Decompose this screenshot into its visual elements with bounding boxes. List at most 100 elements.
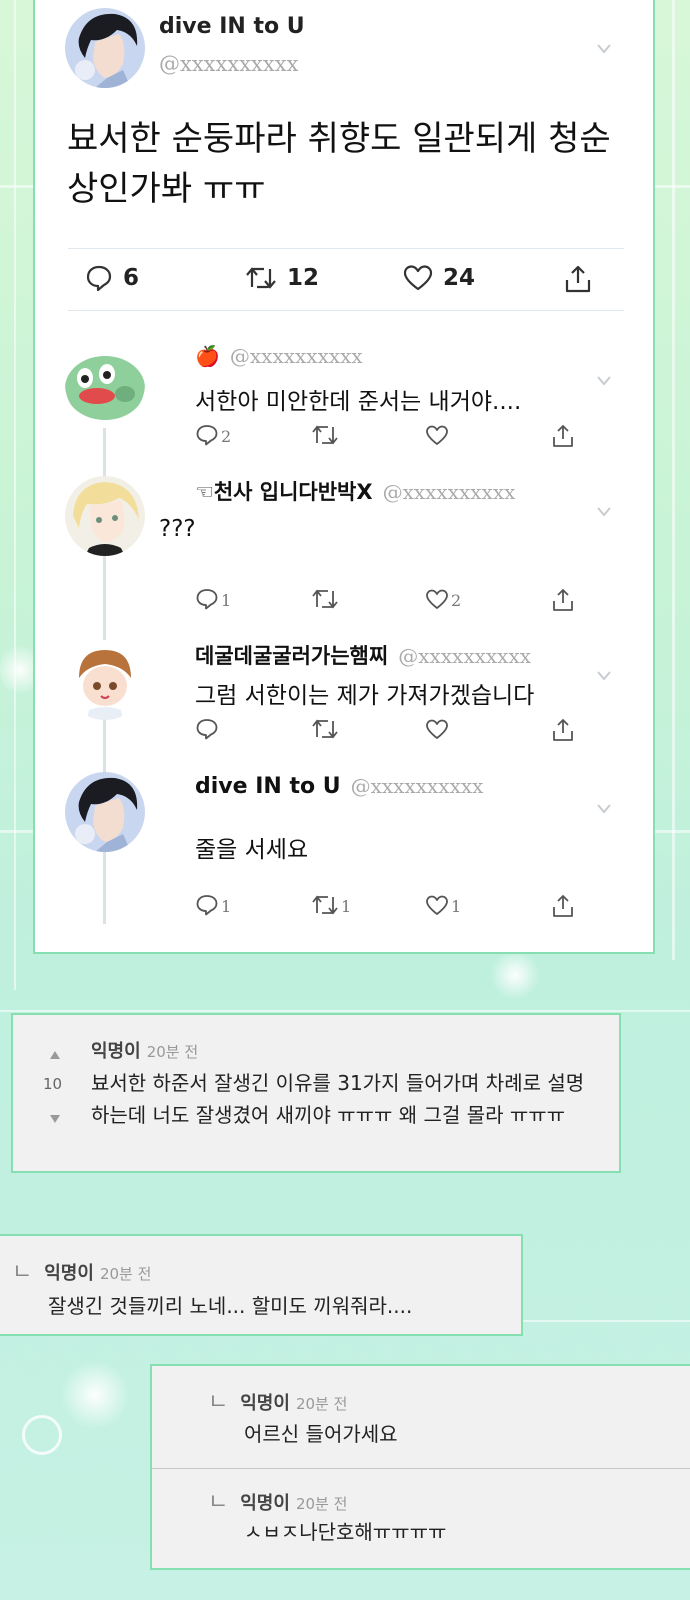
divider [68,310,624,311]
like-button[interactable]: 1 [425,894,461,916]
share-button[interactable] [551,588,575,612]
main-author-handle[interactable]: @xxxxxxxxxx [159,52,298,76]
divider [152,1468,690,1469]
share-button[interactable] [551,424,575,448]
reply-icon [196,719,218,740]
like-icon [426,895,448,915]
like-stat[interactable]: 24 [403,264,475,292]
reply-handle[interactable]: @xxxxxxxxxx [230,344,363,368]
retweet-icon [312,425,338,445]
comment-reply: ㄴ 익명이 20분 전 잘생긴 것들끼리 노네... 할미도 끼워줘라.... [0,1234,523,1336]
reply-avatar[interactable] [65,640,145,720]
comment-author: 익명이 [44,1263,94,1284]
main-tweet-text: 뵤서한 순둥파라 취향도 일관되게 청순상인가봐 ㅠㅠ [67,119,611,209]
vote-up-icon[interactable] [49,1045,61,1064]
comment-author: 익명이 [240,1493,290,1514]
like-icon [426,425,448,445]
reply-name[interactable]: dive IN to U [195,774,341,799]
reply-count: 1 [221,897,232,916]
like-button[interactable] [425,424,449,446]
comment-text: 뵤서한 하준서 잘생긴 이유를 31가지 들어가며 차례로 설명하는데 너도 잘… [91,1071,585,1127]
reply-actions: 2 [195,424,585,450]
reply-arrow-icon: ㄴ [12,1260,33,1285]
retweet-icon [312,719,338,739]
retweet-stat[interactable]: 12 [245,264,319,292]
share-icon [563,264,593,294]
retweet-button[interactable] [311,588,339,610]
reply-actions [195,718,585,744]
comment-author: 익명이 [91,1041,141,1062]
reply-avatar[interactable] [65,476,145,556]
retweet-icon [245,264,277,292]
retweet-icon [312,895,338,915]
comment-top: 10 익명이 20분 전 뵤서한 하준서 잘생긴 이유를 31가지 들어가며 차례… [11,1013,621,1173]
comment-time: 20분 전 [295,1495,348,1513]
retweet-button[interactable]: 1 [311,894,351,916]
chevron-down-icon[interactable] [597,804,611,818]
like-count: 1 [451,897,462,916]
reply-text: 그럼 서한이는 제가 가져가겠습니다 [195,683,535,709]
comment-meta: 익명이 20분 전 [91,1037,198,1063]
reply-button[interactable]: 1 [195,588,231,610]
reply-count: 6 [123,265,140,291]
chevron-down-icon[interactable] [597,44,611,58]
reply-handle[interactable]: @xxxxxxxxxx [351,774,484,798]
reply-header: dive IN to U @xxxxxxxxxx [195,774,483,799]
comment-meta: ㄴ 익명이 20분 전 [12,1254,151,1286]
comment-author: 익명이 [240,1393,290,1414]
share-icon [553,589,573,611]
reply-icon [85,264,113,292]
reply-header: 데굴데굴굴러가는햄찌 @xxxxxxxxxx [195,640,531,670]
chevron-down-icon[interactable] [597,376,611,390]
comment-meta: ㄴ 익명이 20분 전 [208,1484,347,1516]
retweet-button[interactable] [311,424,339,446]
reply-name[interactable]: 데굴데굴굴러가는햄찌 [195,640,388,670]
vote-count: 10 [43,1075,63,1093]
reply-header: ☜천사 입니다반박X @xxxxxxxxxx [195,476,515,506]
like-icon [426,589,448,609]
reply-handle[interactable]: @xxxxxxxxxx [383,480,516,504]
reply-icon [196,589,218,610]
reply-arrow-icon: ㄴ [208,1390,229,1415]
retweet-button[interactable] [311,718,339,740]
like-button[interactable] [425,718,449,740]
reply-avatar[interactable] [65,772,145,852]
like-count: 2 [451,591,462,610]
retweet-count: 12 [287,265,320,291]
share-icon [553,895,573,917]
comment-reply-group: ㄴ 익명이 20분 전 어르신 들어가세요 ㄴ 익명이 20분 전 ㅅㅂㅈ나단호해ㅠㅠㅠ… [150,1364,690,1570]
share-button[interactable] [551,894,575,918]
comment-meta: ㄴ 익명이 20분 전 [208,1384,347,1416]
reply-text: 줄을 서세요 [195,837,309,863]
chevron-down-icon[interactable] [597,507,611,521]
reply-button[interactable]: 1 [195,894,231,916]
main-author-name[interactable]: dive IN to U [159,14,305,39]
reply-button[interactable]: 2 [195,424,231,446]
retweet-icon [312,589,338,609]
like-button[interactable]: 2 [425,588,461,610]
reply-avatar[interactable] [65,344,145,424]
comment-text: 어르신 들어가세요 [244,1422,398,1446]
reply-count: 2 [221,427,232,446]
share-button[interactable] [563,264,593,294]
reply-count: 1 [221,591,232,610]
like-count: 24 [443,265,476,291]
reply-handle[interactable]: @xxxxxxxxxx [398,644,531,668]
vote-down-icon[interactable] [49,1109,61,1128]
apple-emoji: 🍎 [195,344,220,368]
chevron-down-icon[interactable] [597,671,611,685]
reply-text: 서한아 미안한데 준서는 내거야.... [195,389,522,415]
reply-text: ??? [159,516,196,542]
comment-time: 20분 전 [146,1043,199,1061]
reply-stat[interactable]: 6 [85,264,139,292]
comment-text: ㅅㅂㅈ나단호해ㅠㅠㅠㅠ [244,1520,447,1544]
share-icon [553,425,573,447]
pointing-hand-emoji: ☜ [195,480,214,504]
retweet-count: 1 [341,897,352,916]
reply-icon [196,895,218,916]
reply-name[interactable]: ☜천사 입니다반박X [195,476,373,506]
reply-icon [196,425,218,446]
reply-button[interactable] [195,718,219,740]
main-avatar[interactable] [65,8,145,88]
share-button[interactable] [551,718,575,742]
